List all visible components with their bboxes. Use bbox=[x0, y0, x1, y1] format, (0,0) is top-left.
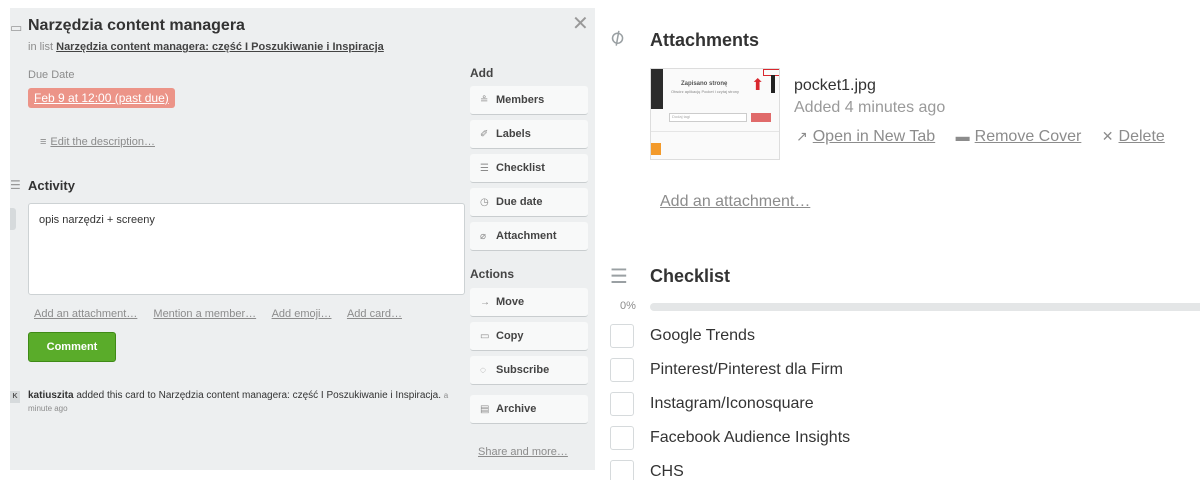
subscribe-button[interactable]: ◌ Subscribe bbox=[470, 356, 588, 385]
thumb-heading: Zapisano stronę bbox=[681, 81, 728, 87]
edit-description-link[interactable]: ≡ Edit the description… bbox=[40, 136, 155, 148]
delete-label: Delete bbox=[1118, 128, 1165, 145]
members-button[interactable]: ≗ Members bbox=[470, 86, 588, 115]
edit-description-label: Edit the description… bbox=[50, 136, 155, 148]
checklist-item-text[interactable]: CHS bbox=[650, 463, 684, 480]
thumb-dark-bar bbox=[771, 75, 775, 93]
card-detail-zoom: ⌀ Attachments Zapisano stronę Otwórz apl… bbox=[598, 0, 1200, 480]
share-and-more-link[interactable]: Share and more… bbox=[478, 446, 568, 458]
activity-icon: ☰ bbox=[10, 178, 21, 192]
checklist-item-text[interactable]: Google Trends bbox=[650, 327, 755, 345]
attachment-label: Attachment bbox=[496, 230, 557, 242]
card-detail-panel: ▭ Narzędzia content managera in list Nar… bbox=[10, 8, 595, 470]
due-date-button-label: Due date bbox=[496, 196, 543, 208]
activity-text: added this card to Narzędzia content man… bbox=[73, 390, 441, 401]
labels-button[interactable]: ✐ Labels bbox=[470, 120, 588, 149]
due-date-badge[interactable]: Feb 9 at 12:00 (past due) bbox=[28, 88, 175, 108]
due-date-label: Due Date bbox=[28, 69, 75, 81]
checklist-checkbox[interactable] bbox=[610, 358, 634, 382]
attachment-filename: pocket1.jpg bbox=[794, 77, 876, 94]
labels-label: Labels bbox=[496, 128, 531, 140]
card-title[interactable]: Narzędzia content managera bbox=[28, 17, 245, 35]
thumb-sidebar bbox=[651, 69, 663, 109]
checklist-item-text[interactable]: Instagram/Iconosquare bbox=[650, 395, 814, 413]
members-label: Members bbox=[496, 94, 545, 106]
external-link-icon: ↗ bbox=[796, 128, 808, 144]
comment-input[interactable]: opis narzędzi + screeny bbox=[28, 203, 465, 295]
thumb-button bbox=[751, 113, 771, 122]
checklist-item-text[interactable]: Pinterest/Pinterest dla Firm bbox=[650, 361, 843, 379]
thumb-input: Dodaj tagi bbox=[669, 113, 747, 122]
mention-member-link[interactable]: Mention a member… bbox=[153, 308, 256, 320]
eye-icon: ◌ bbox=[480, 365, 486, 376]
cover-icon: ▬ bbox=[955, 128, 970, 144]
attachments-heading: Attachments bbox=[650, 30, 760, 50]
thumb-divider bbox=[651, 131, 779, 132]
add-attachment-link[interactable]: Add an attachment… bbox=[34, 308, 137, 320]
checklist-button[interactable]: ☰ Checklist bbox=[470, 154, 588, 183]
activity-avatar[interactable]: K bbox=[10, 391, 20, 403]
activity-user[interactable]: katiuszita bbox=[28, 390, 74, 401]
checklist-checkbox[interactable] bbox=[610, 460, 634, 480]
checklist-checkbox[interactable] bbox=[610, 324, 634, 348]
add-emoji-link[interactable]: Add emoji… bbox=[272, 308, 332, 320]
archive-label: Archive bbox=[496, 403, 537, 415]
card-list-info: in list Narzędzia content managera: częś… bbox=[28, 41, 384, 53]
copy-icon: ▭ bbox=[480, 331, 490, 342]
archive-icon: ▤ bbox=[480, 404, 490, 415]
checklist-checkbox[interactable] bbox=[610, 426, 634, 450]
open-in-new-tab-link[interactable]: ↗ Open in New Tab bbox=[796, 128, 935, 146]
paperclip-icon: ⌀ bbox=[603, 22, 629, 51]
checklist-progress-bar bbox=[650, 303, 1200, 311]
attachment-button[interactable]: ⌀ Attachment bbox=[470, 222, 588, 251]
checklist-progress-label: 0% bbox=[620, 300, 636, 312]
delete-icon: ✕ bbox=[1101, 128, 1114, 144]
card-icon: ▭ bbox=[10, 20, 23, 35]
due-date-button[interactable]: ◷ Due date bbox=[470, 188, 588, 217]
checklist-checkbox[interactable] bbox=[610, 392, 634, 416]
remove-cover-label: Remove Cover bbox=[974, 128, 1082, 145]
move-button[interactable]: → Move bbox=[470, 288, 588, 317]
comment-options: Add an attachment… Mention a member… Add… bbox=[34, 308, 415, 320]
attachment-added-time: Added 4 minutes ago bbox=[794, 99, 946, 116]
thumb-orange-block bbox=[651, 143, 661, 155]
move-label: Move bbox=[496, 296, 525, 308]
list-link[interactable]: Narzędzia content managera: część I Posz… bbox=[56, 41, 384, 53]
actions-heading: Actions bbox=[470, 267, 515, 281]
clock-icon: ◷ bbox=[480, 197, 489, 208]
attachment-thumbnail[interactable]: Zapisano stronę Otwórz aplikację Pocket … bbox=[650, 68, 780, 160]
thumb-subtext: Otwórz aplikację Pocket i czytaj strony bbox=[671, 89, 740, 94]
copy-button[interactable]: ▭ Copy bbox=[470, 322, 588, 351]
attachment-actions: ↗ Open in New Tab ▬ Remove Cover ✕ Delete bbox=[796, 128, 1181, 146]
open-in-new-tab-label: Open in New Tab bbox=[812, 128, 936, 145]
archive-button[interactable]: ▤ Archive bbox=[470, 395, 588, 424]
add-attachment-link[interactable]: Add an attachment… bbox=[660, 193, 810, 211]
members-icon: ≗ bbox=[480, 95, 489, 106]
activity-heading: Activity bbox=[28, 178, 75, 193]
comment-button[interactable]: Comment bbox=[28, 332, 116, 362]
arrow-up-icon: ⬆ bbox=[751, 77, 765, 94]
description-icon: ≡ bbox=[40, 136, 47, 148]
activity-entry: katiuszita added this card to Narzędzia … bbox=[28, 389, 468, 415]
checklist-icon: ☰ bbox=[610, 266, 628, 288]
subscribe-label: Subscribe bbox=[496, 364, 550, 376]
add-card-link[interactable]: Add card… bbox=[347, 308, 402, 320]
close-icon[interactable]: ✕ bbox=[572, 11, 589, 36]
checklist-heading[interactable]: Checklist bbox=[650, 266, 730, 287]
remove-cover-link[interactable]: ▬ Remove Cover bbox=[956, 128, 1082, 146]
list-prefix: in list bbox=[28, 41, 54, 53]
checklist-icon: ☰ bbox=[480, 163, 489, 174]
checklist-item-text[interactable]: Facebook Audience Insights bbox=[650, 429, 850, 447]
checklist-label: Checklist bbox=[496, 162, 545, 174]
add-heading: Add bbox=[470, 66, 494, 80]
labels-icon: ✐ bbox=[480, 129, 489, 140]
avatar bbox=[10, 208, 16, 230]
paperclip-icon: ⌀ bbox=[480, 231, 487, 242]
delete-link[interactable]: ✕ Delete bbox=[1102, 128, 1165, 146]
arrow-right-icon: → bbox=[480, 297, 490, 308]
copy-label: Copy bbox=[496, 330, 524, 342]
